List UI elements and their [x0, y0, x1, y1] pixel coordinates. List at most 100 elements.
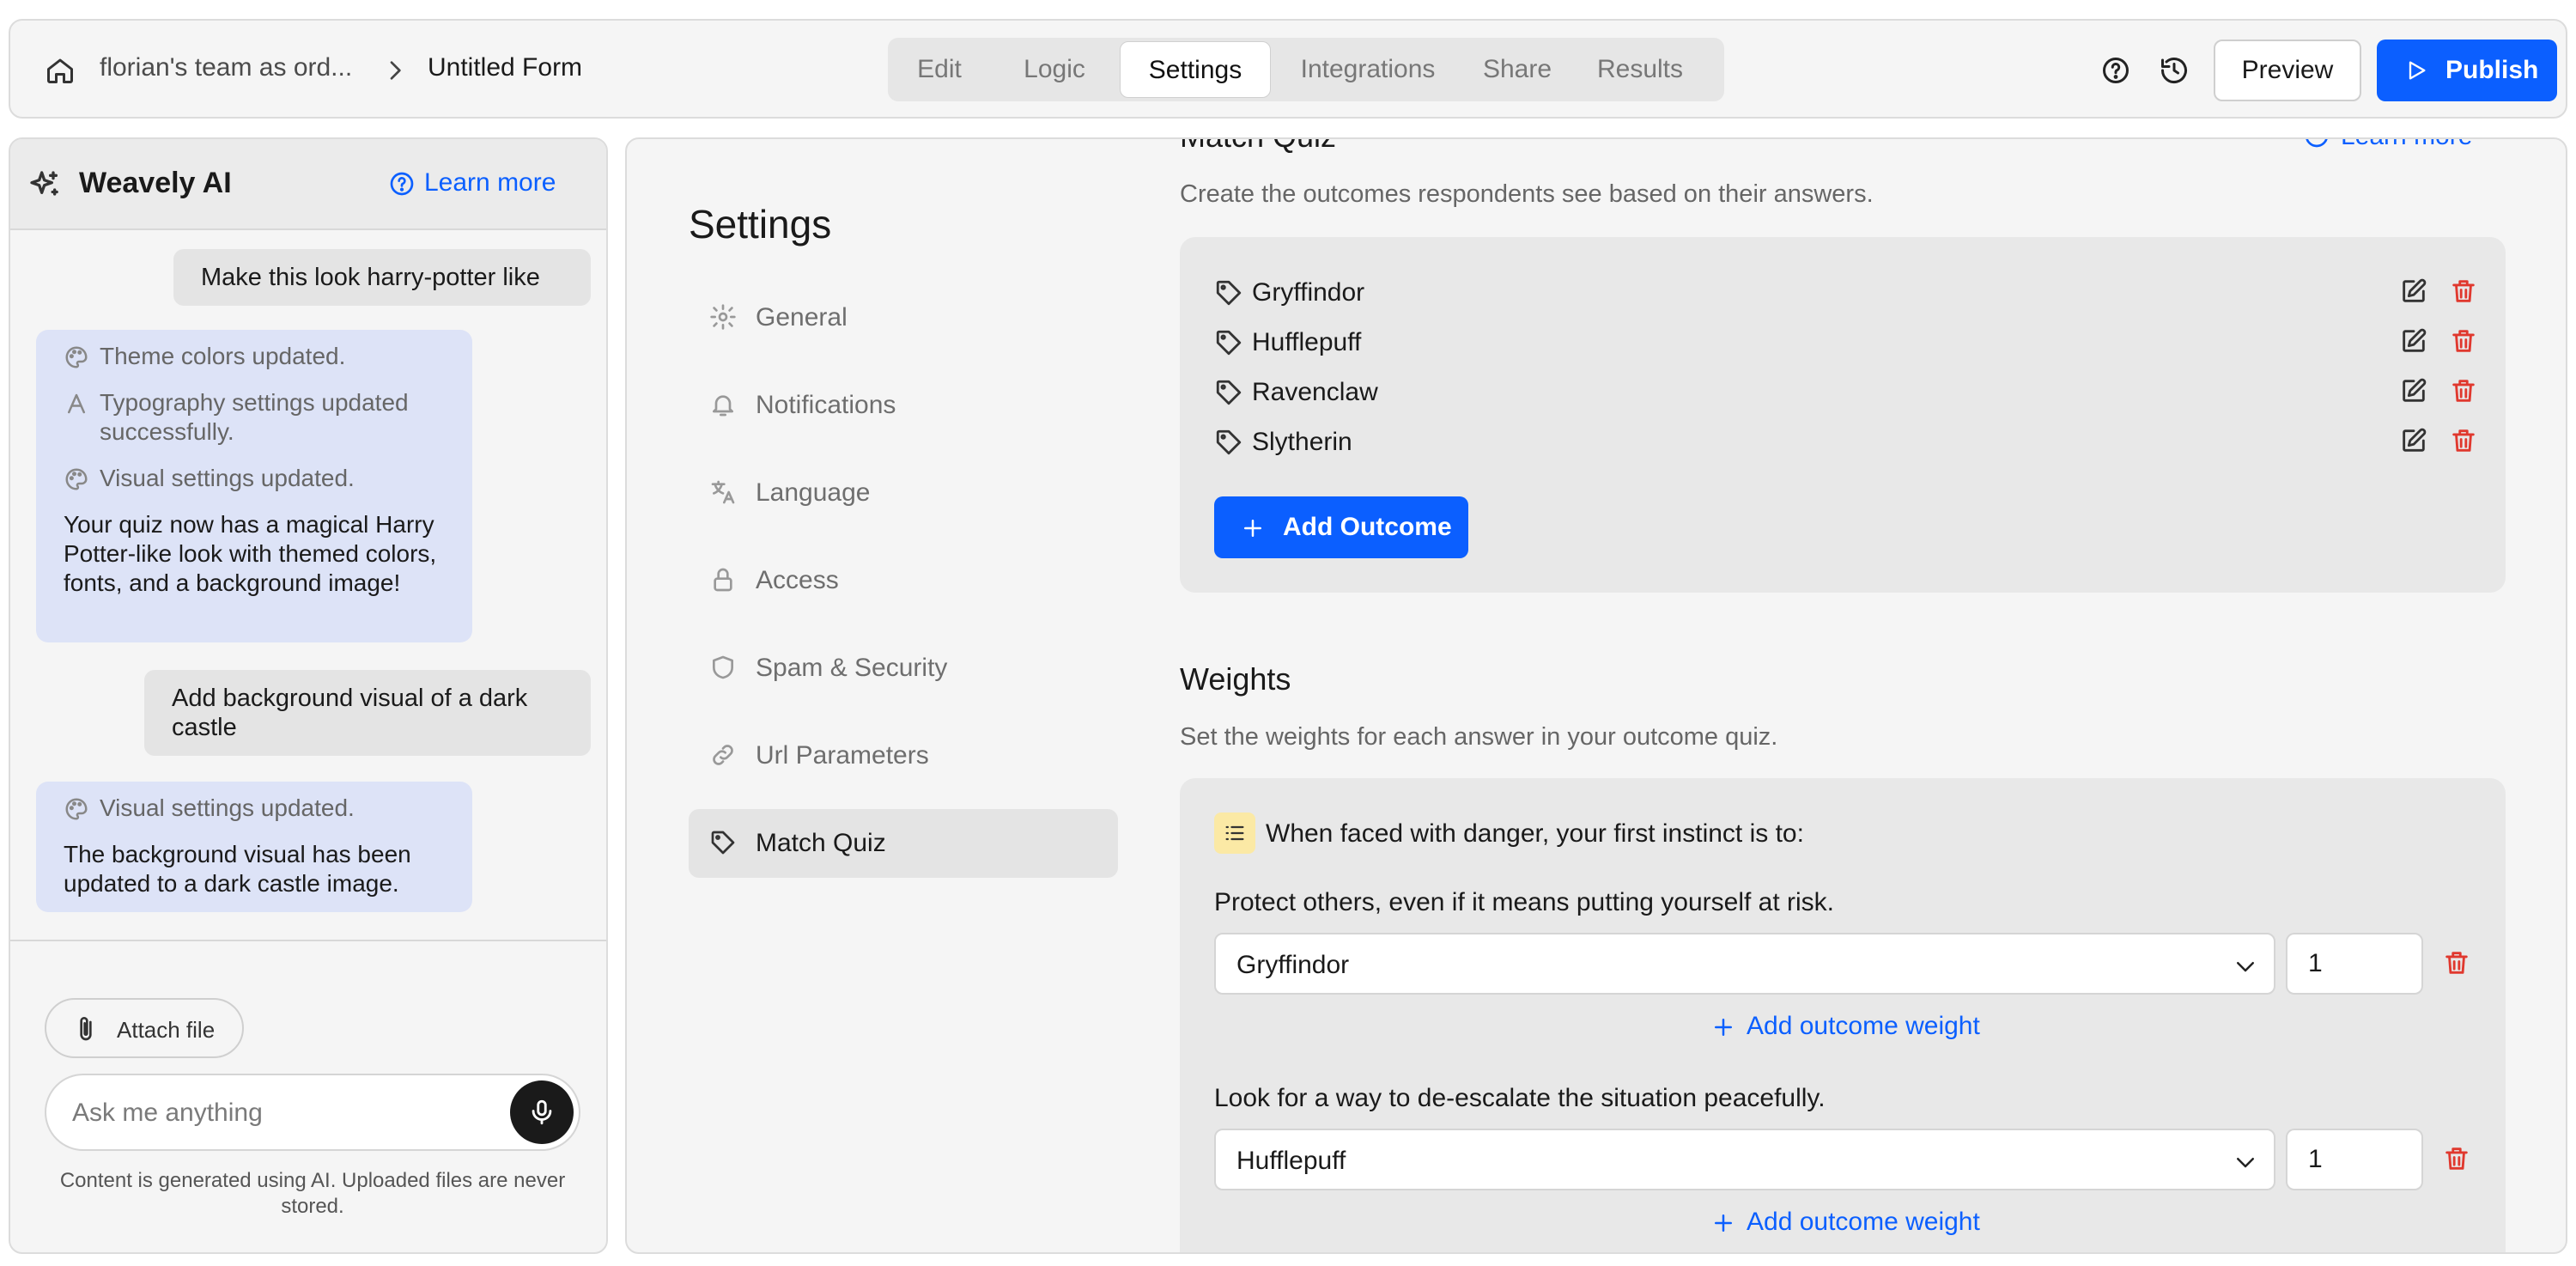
chat-status-line: Visual settings updated. — [64, 464, 445, 493]
match-quiz-description: Create the outcomes respondents see base… — [1180, 180, 1874, 208]
help-circle-icon — [388, 170, 416, 198]
help-circle-icon — [2303, 139, 2330, 149]
settings-nav-access[interactable]: Access — [689, 546, 1118, 615]
outcome-row: Gryffindor — [1214, 270, 2476, 313]
tab-share[interactable]: Share — [1465, 41, 1570, 98]
breadcrumb-team[interactable]: florian's team as ord... — [100, 53, 352, 82]
chat-message-user: Add background visual of a dark castle — [144, 670, 591, 756]
chat-message-text: Your quiz now has a magical Harry Potter… — [64, 511, 437, 596]
palette-icon — [64, 466, 89, 492]
settings-nav-match-quiz[interactable]: Match Quiz — [689, 809, 1118, 878]
publish-label: Publish — [2445, 56, 2539, 84]
tag-icon — [1214, 328, 1243, 357]
plus-icon — [1710, 1014, 1736, 1040]
help-icon[interactable] — [2100, 55, 2131, 86]
tab-edit[interactable]: Edit — [891, 41, 987, 98]
chat-message-ai: Theme colors updated. Typography setting… — [36, 330, 472, 642]
settings-nav-spam-security[interactable]: Spam & Security — [689, 634, 1118, 703]
question-text: When faced with danger, your first insti… — [1266, 819, 1804, 848]
answer-text: Protect others, even if it means putting… — [1214, 888, 1834, 916]
outcome-select[interactable]: Gryffindor — [1214, 933, 2275, 995]
tab-results[interactable]: Results — [1580, 41, 1700, 98]
chevron-right-icon — [381, 57, 409, 84]
link-icon — [709, 741, 737, 769]
bell-icon — [709, 391, 737, 418]
match-quiz-learn-more-link[interactable]: Learn more — [2306, 139, 2472, 151]
settings-nav-notifications[interactable]: Notifications — [689, 371, 1118, 440]
chat-status-line: Visual settings updated. — [64, 794, 445, 823]
breadcrumb-form-title[interactable]: Untitled Form — [428, 53, 582, 82]
settings-nav-language[interactable]: Language — [689, 459, 1118, 527]
shield-icon — [709, 654, 737, 681]
chat-status-line: Theme colors updated. — [64, 342, 445, 371]
outcome-name: Gryffindor — [1252, 278, 1365, 307]
outcome-select[interactable]: Hufflepuff — [1214, 1129, 2275, 1190]
outcome-row: Ravenclaw — [1214, 369, 2476, 412]
plus-icon — [1710, 1210, 1736, 1236]
palette-icon — [64, 796, 89, 822]
tab-logic[interactable]: Logic — [994, 41, 1115, 98]
edit-icon[interactable] — [2399, 326, 2428, 356]
answer-text: Look for a way to de-escalate the situat… — [1214, 1084, 1826, 1112]
match-quiz-title: Match Quiz — [1180, 139, 1336, 155]
microphone-button[interactable] — [510, 1080, 574, 1144]
chevron-down-icon — [2233, 1149, 2258, 1175]
weight-input[interactable] — [2286, 1129, 2423, 1190]
tag-icon — [709, 829, 737, 856]
chat-message-ai: Visual settings updated. The background … — [36, 782, 472, 912]
weight-input[interactable] — [2286, 933, 2423, 995]
settings-title: Settings — [689, 202, 832, 247]
weights-card: When faced with danger, your first insti… — [1180, 778, 2506, 1252]
lock-icon — [709, 566, 737, 593]
outcome-name: Slytherin — [1252, 428, 1352, 456]
translate-icon — [709, 478, 737, 506]
ai-assistant-panel: Weavely AI Learn more Make this look har… — [9, 137, 608, 1254]
publish-button[interactable]: Publish — [2377, 40, 2557, 101]
preview-button[interactable]: Preview — [2214, 40, 2361, 101]
trash-icon[interactable] — [2442, 948, 2471, 977]
history-icon[interactable] — [2159, 55, 2190, 86]
chat-input-box — [45, 1074, 580, 1151]
ai-panel-title: Weavely AI — [79, 167, 232, 199]
tab-settings[interactable]: Settings — [1120, 41, 1271, 98]
top-bar: florian's team as ord... Untitled Form E… — [9, 19, 2567, 119]
trash-icon[interactable] — [2449, 426, 2478, 455]
settings-panel: Settings General Notifications Language … — [625, 137, 2567, 1254]
edit-icon[interactable] — [2399, 277, 2428, 306]
trash-icon[interactable] — [2449, 326, 2478, 356]
outcome-row: Slytherin — [1214, 419, 2476, 462]
weights-title: Weights — [1180, 661, 1291, 697]
paperclip-icon — [72, 1015, 100, 1043]
outcomes-card: Gryffindor Hufflepuff Ravenclaw Slytheri… — [1180, 237, 2506, 593]
plus-icon — [1240, 515, 1266, 541]
attach-file-button[interactable]: Attach file — [45, 998, 244, 1058]
edit-icon[interactable] — [2399, 426, 2428, 455]
settings-nav-url-parameters[interactable]: Url Parameters — [689, 721, 1118, 790]
chat-message-user: Make this look harry-potter like — [173, 249, 591, 306]
typography-icon — [64, 391, 89, 417]
ai-learn-more-label: Learn more — [424, 168, 556, 197]
outcome-select-value: Hufflepuff — [1236, 1147, 1346, 1175]
microphone-icon — [532, 1099, 552, 1125]
chat-message-text: The background visual has been updated t… — [64, 841, 411, 897]
chat-input[interactable] — [72, 1094, 484, 1132]
tag-icon — [1214, 378, 1243, 407]
play-icon — [2404, 58, 2428, 82]
tag-icon — [1214, 428, 1243, 457]
outcome-row: Hufflepuff — [1214, 320, 2476, 362]
tab-integrations[interactable]: Integrations — [1279, 41, 1456, 98]
add-outcome-button[interactable]: Add Outcome — [1214, 496, 1468, 558]
trash-icon[interactable] — [2449, 277, 2478, 306]
trash-icon[interactable] — [2449, 376, 2478, 405]
home-icon[interactable] — [45, 55, 76, 86]
ai-panel-header: Weavely AI Learn more — [10, 139, 606, 230]
weights-description: Set the weights for each answer in your … — [1180, 723, 1778, 751]
edit-icon[interactable] — [2399, 376, 2428, 405]
trash-icon[interactable] — [2442, 1144, 2471, 1173]
tag-icon — [1214, 278, 1243, 307]
ai-learn-more-link[interactable]: Learn more — [390, 168, 556, 198]
divider — [10, 940, 606, 941]
chat-status-line: Typography settings updated successfully… — [64, 388, 445, 447]
settings-nav-general[interactable]: General — [689, 283, 1118, 352]
chevron-down-icon — [2233, 953, 2258, 979]
